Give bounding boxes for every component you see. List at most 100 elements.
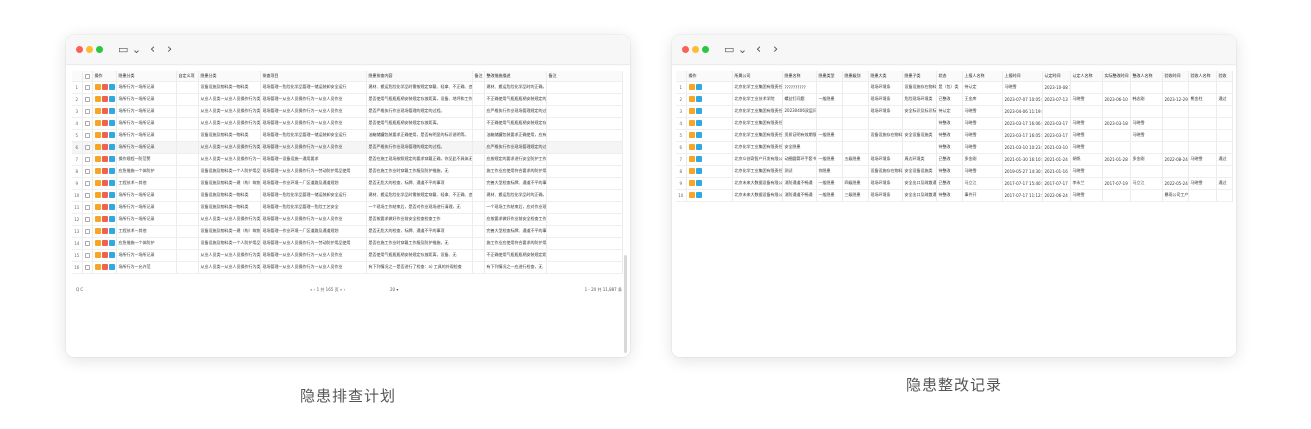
edit-icon[interactable] bbox=[688, 108, 695, 114]
delete-icon[interactable] bbox=[101, 144, 108, 150]
table-row[interactable]: 1 场所行为一场所记录 设备设施及物料类一物料类 现场管理一危险化学品管理一储运装卸安… bbox=[72, 81, 623, 94]
edit-icon[interactable] bbox=[94, 120, 101, 126]
edit-icon[interactable] bbox=[94, 168, 101, 174]
left-scrollbar[interactable] bbox=[624, 255, 627, 353]
delete-icon[interactable] bbox=[101, 192, 108, 198]
table-row[interactable]: 7 操作规程一防范警 从业人员类一从业人员操作行为一工艺安全现场管理一设备设施一通用… bbox=[72, 153, 623, 166]
row-checkbox-cell[interactable] bbox=[82, 189, 93, 202]
view-icon[interactable] bbox=[108, 192, 115, 198]
view-icon[interactable] bbox=[108, 204, 115, 210]
edit-icon[interactable] bbox=[94, 252, 101, 258]
edit-icon[interactable] bbox=[94, 84, 101, 90]
view-icon[interactable] bbox=[695, 108, 702, 114]
close-button[interactable] bbox=[76, 46, 83, 53]
view-icon[interactable] bbox=[695, 192, 702, 198]
page-size-select[interactable]: 20 ▾ bbox=[390, 287, 398, 292]
delete-icon[interactable] bbox=[101, 156, 108, 162]
row-checkbox-cell[interactable] bbox=[82, 213, 93, 226]
zoom-button[interactable] bbox=[702, 46, 709, 53]
chevron-left-icon[interactable]: ‹ bbox=[756, 43, 761, 57]
select-all-checkbox[interactable] bbox=[84, 73, 90, 79]
table-row[interactable]: 10 北京未来大数据设备有限公司 消防通道不畅通 一般隐患 三级隐患 现场环境条 安全出口及… bbox=[676, 189, 1233, 202]
table-row[interactable]: 8 北京化学工业集团有限责任公司测试你隐患 设备设施存在物料管理安全设备设施类待整改… bbox=[676, 165, 1233, 178]
edit-icon[interactable] bbox=[94, 180, 101, 186]
row-checkbox-cell[interactable] bbox=[82, 141, 93, 154]
chevron-left-icon[interactable]: ‹ bbox=[150, 43, 155, 57]
table-row[interactable]: 3 场所行为一场所记录 从业人员类一从业人员操作行为类 现场管理一从业人员操作行为一从… bbox=[72, 105, 623, 118]
view-icon[interactable] bbox=[108, 180, 115, 186]
edit-icon[interactable] bbox=[94, 264, 101, 270]
view-icon[interactable] bbox=[108, 228, 115, 234]
row-checkbox[interactable] bbox=[84, 144, 90, 150]
row-checkbox-cell[interactable] bbox=[82, 81, 93, 94]
table-row[interactable]: 5 北京化学工业集团有限责任公司资质证明有效期限一般隐患 设备设施存在物料管理安全设… bbox=[676, 129, 1233, 142]
edit-icon[interactable] bbox=[94, 144, 101, 150]
edit-icon[interactable] bbox=[688, 144, 695, 150]
view-icon[interactable] bbox=[695, 144, 702, 150]
view-icon[interactable] bbox=[108, 252, 115, 258]
table-row[interactable]: 14 应急措施一个体防护 设备设施及物料类一个人防护用品 现场管理一从业人员操作行为一… bbox=[72, 237, 623, 250]
delete-icon[interactable] bbox=[101, 120, 108, 126]
edit-icon[interactable] bbox=[94, 192, 101, 198]
view-icon[interactable] bbox=[695, 120, 702, 126]
table-row[interactable]: 5 场所行为一场所记录 设备设施及物料类一物料类 现场管理一危险化学品管理一储运装卸安… bbox=[72, 129, 623, 142]
table-row[interactable]: 2 北京化学工业技术学院 螺丝钉问题 一般隐患 现场环境条 危险现场环境类 已整改 王金库 20… bbox=[676, 93, 1233, 106]
view-icon[interactable] bbox=[108, 156, 115, 162]
close-button[interactable] bbox=[682, 46, 689, 53]
delete-icon[interactable] bbox=[101, 252, 108, 258]
edit-icon[interactable] bbox=[688, 180, 695, 186]
view-icon[interactable] bbox=[108, 216, 115, 222]
table-row[interactable]: 9 工程技术一其他 设备设施及物料类一建（构）筑物类 现场管理一作业环境一厂区道路及通… bbox=[72, 177, 623, 190]
view-icon[interactable] bbox=[695, 96, 702, 102]
row-checkbox[interactable] bbox=[84, 108, 90, 114]
view-icon[interactable] bbox=[695, 168, 702, 174]
column-header[interactable] bbox=[82, 71, 93, 82]
row-checkbox[interactable] bbox=[84, 228, 90, 234]
table-row[interactable]: 3 北京化学工业集团有限责任公司20230406双层问题 现场环境条安全标识及标识标… bbox=[676, 105, 1233, 118]
row-checkbox[interactable] bbox=[84, 120, 90, 126]
delete-icon[interactable] bbox=[101, 180, 108, 186]
search-icon[interactable]: Q C bbox=[76, 287, 83, 292]
table-row[interactable]: 7 北京众创奇智产开发有限公司 动圈圆筒环手套书 一般隐患 五级隐患 现场环境条 周边环境类… bbox=[676, 153, 1233, 166]
row-checkbox[interactable] bbox=[84, 240, 90, 246]
row-checkbox[interactable] bbox=[84, 132, 90, 138]
view-icon[interactable] bbox=[108, 144, 115, 150]
edit-icon[interactable] bbox=[94, 228, 101, 234]
row-checkbox-cell[interactable] bbox=[82, 129, 93, 142]
table-row[interactable]: 12 场所行为一场所记录 从业人员类一从业人员操作行为类 现场管理一从业人员操作行为一… bbox=[72, 213, 623, 226]
chevron-right-icon[interactable]: › bbox=[773, 43, 778, 57]
table-row[interactable]: 1 北京化学工业集团有限责任公司?????????? 现场环境条设备设施存在物料管理… bbox=[676, 81, 1233, 94]
edit-icon[interactable] bbox=[688, 168, 695, 174]
view-icon[interactable] bbox=[695, 156, 702, 162]
table-row[interactable]: 11 场所行为一场所记录 设备设施及物料类一物料类 现场管理一危险化学品管理一危险工艺… bbox=[72, 201, 623, 214]
delete-icon[interactable] bbox=[101, 108, 108, 114]
row-checkbox[interactable] bbox=[84, 252, 90, 258]
row-checkbox[interactable] bbox=[84, 192, 90, 198]
row-checkbox-cell[interactable] bbox=[82, 201, 93, 214]
delete-icon[interactable] bbox=[101, 132, 108, 138]
row-checkbox-cell[interactable] bbox=[82, 225, 93, 238]
table-row[interactable]: 16 场所行为一允许范 从业人员类一从业人员操作行为类 现场管理一从业人员操作行为一从… bbox=[72, 261, 623, 274]
row-checkbox[interactable] bbox=[84, 84, 90, 90]
delete-icon[interactable] bbox=[101, 228, 108, 234]
minimize-button[interactable] bbox=[692, 46, 699, 53]
page-nav[interactable]: « ‹ 1 共 165 页 » › bbox=[310, 287, 345, 293]
row-checkbox[interactable] bbox=[84, 264, 90, 270]
row-checkbox[interactable] bbox=[84, 180, 90, 186]
row-checkbox[interactable] bbox=[84, 216, 90, 222]
view-icon[interactable] bbox=[695, 132, 702, 138]
edit-icon[interactable] bbox=[94, 240, 101, 246]
delete-icon[interactable] bbox=[101, 216, 108, 222]
row-checkbox[interactable] bbox=[84, 156, 90, 162]
edit-icon[interactable] bbox=[94, 156, 101, 162]
edit-icon[interactable] bbox=[94, 204, 101, 210]
edit-icon[interactable] bbox=[688, 192, 695, 198]
sidebar-toggle-icon[interactable]: ▭ ⌄ bbox=[724, 43, 747, 57]
edit-icon[interactable] bbox=[94, 96, 101, 102]
view-icon[interactable] bbox=[695, 180, 702, 186]
table-row[interactable]: 9 北京未来大数据设备有限公司 消防通道不畅通 一般隐患 四级隐患 现场环境条 安全出口及疏… bbox=[676, 177, 1233, 190]
edit-icon[interactable] bbox=[94, 132, 101, 138]
edit-icon[interactable] bbox=[94, 216, 101, 222]
table-row[interactable]: 8 应急措施一个体防护 设备设施及物料类一个人防护用品 现场管理一从业人员操作行为一劳… bbox=[72, 165, 623, 178]
table-row[interactable]: 4 场所行为一场所记录 从业人员类一从业人员操作行为类 现场管理一从业人员操作行为一从… bbox=[72, 117, 623, 130]
